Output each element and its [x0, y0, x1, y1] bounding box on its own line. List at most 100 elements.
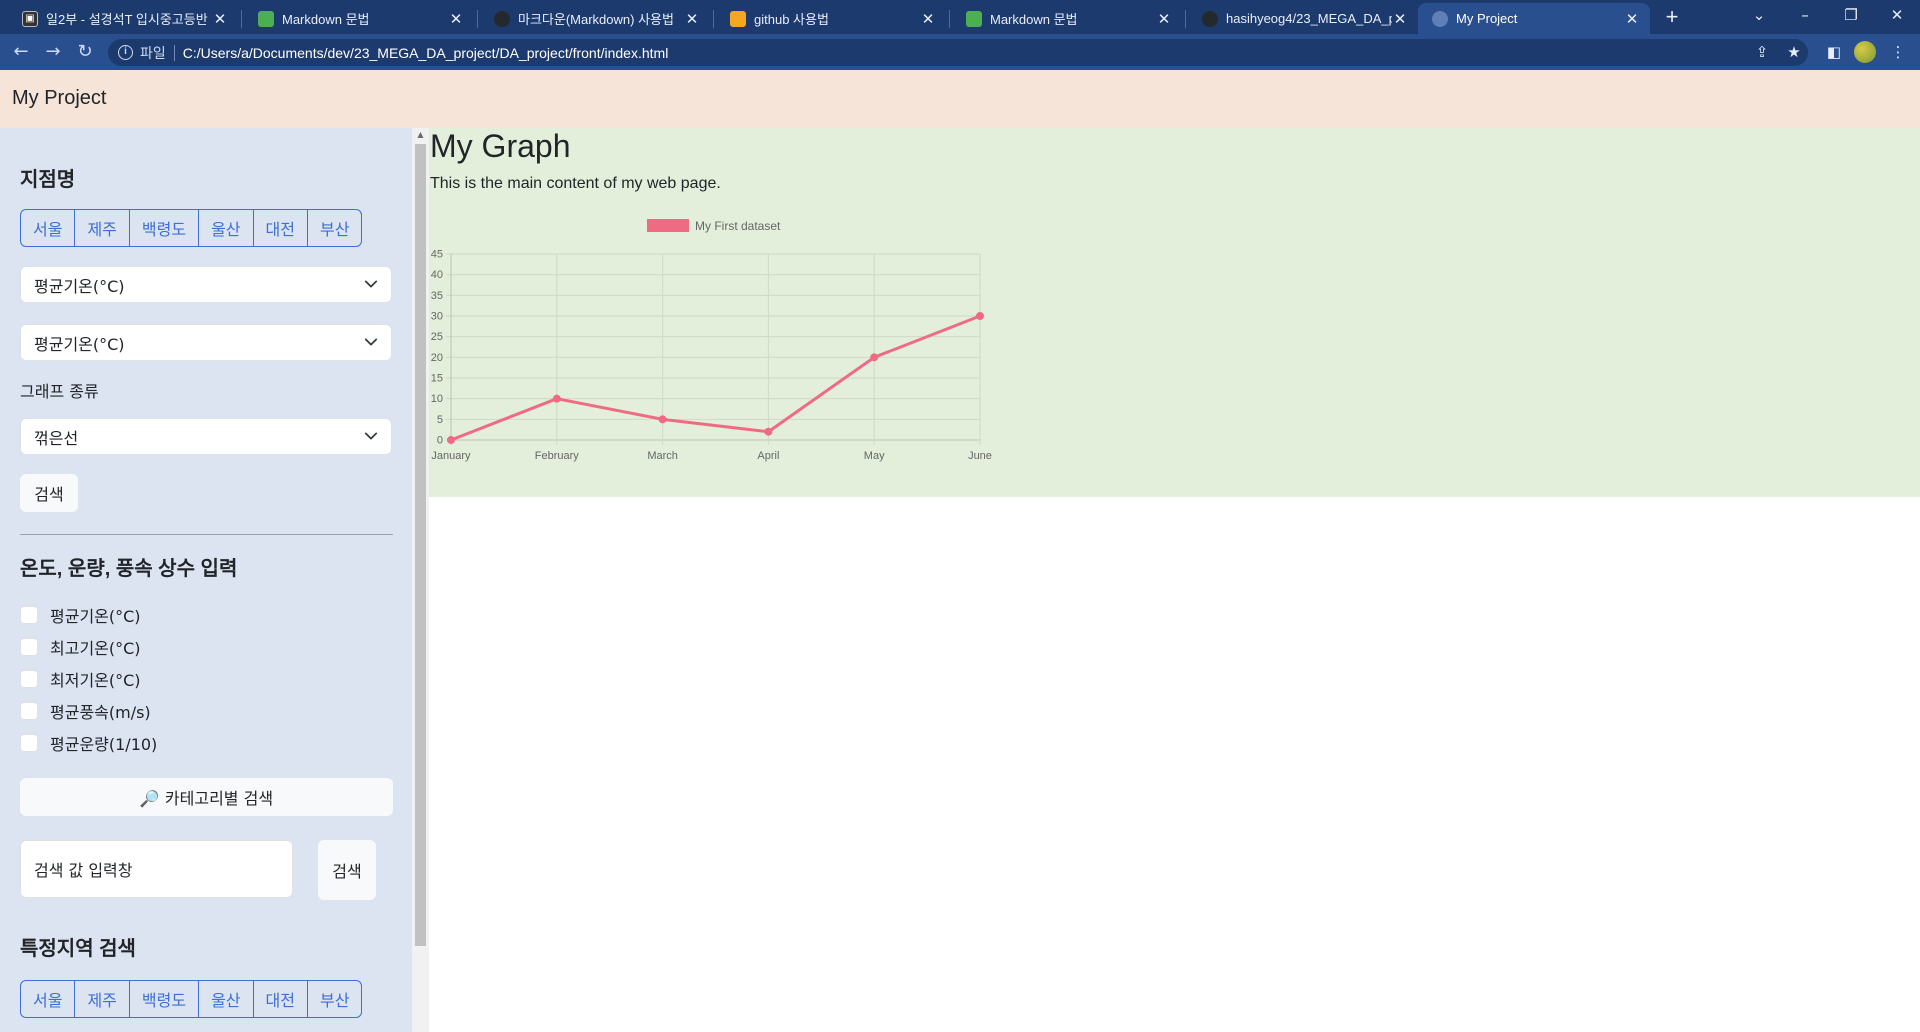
- checkbox[interactable]: [20, 734, 38, 752]
- side-panel-icon[interactable]: ◧: [1822, 40, 1846, 64]
- checkbox-row[interactable]: 평균풍속(m/s): [20, 700, 151, 722]
- address-divider: [173, 44, 175, 61]
- forward-button[interactable]: →: [39, 38, 67, 66]
- page-description: This is the main content of my web page.: [430, 175, 721, 192]
- location-button-seoul[interactable]: 서울: [21, 210, 76, 246]
- menu-kebab-icon[interactable]: ⋮: [1886, 40, 1910, 64]
- sidebar: 지점명 서울 제주 백령도 울산 대전 부산 평균기온(°C) 평균기온(°C)…: [0, 128, 412, 1032]
- browser-tab[interactable]: Markdown 문법 ✕: [244, 3, 474, 34]
- search-input-text: 검색 값 입력창: [34, 861, 133, 880]
- tab-search-icon[interactable]: ⌄: [1736, 0, 1782, 30]
- metric-select-2[interactable]: 평균기온(°C): [20, 324, 392, 361]
- search-button[interactable]: 검색: [20, 474, 78, 512]
- checkbox[interactable]: [20, 638, 38, 656]
- browser-toolbar: ← → ↻ i 파일 C:/Users/a/Documents/dev/23_M…: [0, 34, 1920, 70]
- category-search-button[interactable]: 🔎 카테고리별 검색: [20, 778, 393, 816]
- close-icon[interactable]: ✕: [1392, 10, 1408, 28]
- profile-avatar[interactable]: [1854, 41, 1876, 63]
- green-book-icon: [258, 10, 274, 27]
- y-tick-label: 5: [437, 414, 443, 426]
- checkbox-label: 평균운량(1/10): [50, 735, 158, 754]
- region-button-daejeon[interactable]: 대전: [254, 981, 308, 1017]
- close-icon[interactable]: ✕: [1156, 10, 1172, 28]
- sidebar-scrollbar[interactable]: ▲: [412, 128, 429, 1032]
- checkbox[interactable]: [20, 606, 38, 624]
- reload-button[interactable]: ↻: [71, 38, 99, 66]
- location-button-daejeon[interactable]: 대전: [254, 210, 308, 246]
- browser-tab[interactable]: 마크다운(Markdown) 사용법 ✕: [480, 3, 710, 34]
- scrollbar-thumb[interactable]: [415, 144, 426, 946]
- navbar: My Project: [0, 70, 1920, 128]
- tab-separator: [713, 10, 714, 28]
- y-tick-label: 35: [431, 290, 443, 302]
- region-button-ulsan[interactable]: 울산: [199, 981, 254, 1017]
- legend-label: My First dataset: [695, 219, 781, 233]
- location-button-baengnyeongdo[interactable]: 백령도: [130, 210, 200, 246]
- y-tick-label: 0: [437, 435, 443, 447]
- region-button-jeju[interactable]: 제주: [75, 981, 130, 1017]
- search-input-button[interactable]: 검색: [318, 840, 376, 900]
- legend-swatch: [647, 219, 689, 232]
- share-icon[interactable]: ⇪: [1750, 40, 1774, 64]
- chevron-down-icon: [364, 280, 378, 288]
- region-button-group: 서울 제주 백령도 울산 대전 부산: [20, 980, 363, 1018]
- metric-select-1[interactable]: 평균기온(°C): [20, 266, 392, 303]
- scroll-up-arrow-icon[interactable]: ▲: [412, 128, 429, 142]
- search-value-input[interactable]: 검색 값 입력창: [20, 840, 293, 898]
- line-chart: My First dataset 0 5 10 15 20 25 30 35 40 45 Janua…: [431, 219, 992, 462]
- restore-button[interactable]: ❐: [1828, 0, 1874, 30]
- location-heading: 지점명: [20, 169, 76, 191]
- constants-heading: 온도, 운량, 풍속 상수 입력: [20, 558, 238, 580]
- region-button-busan[interactable]: 부산: [308, 981, 361, 1017]
- close-icon[interactable]: ✕: [684, 10, 700, 28]
- graph-type-select[interactable]: 꺾은선: [20, 418, 392, 455]
- location-button-group: 서울 제주 백령도 울산 대전 부산: [20, 209, 363, 247]
- y-tick-label: 30: [431, 311, 443, 323]
- data-point: [764, 427, 773, 436]
- data-point: [658, 415, 667, 424]
- checkbox[interactable]: [20, 670, 38, 688]
- y-tick-label: 15: [431, 373, 443, 385]
- checkbox-row[interactable]: 평균기온(°C): [20, 604, 141, 626]
- bookmark-star-icon[interactable]: ★: [1782, 40, 1806, 64]
- minimize-button[interactable]: –: [1782, 0, 1828, 30]
- browser-tab[interactable]: hasihyeog4/23_MEGA_DA_proje ✕: [1188, 3, 1418, 34]
- checkbox[interactable]: [20, 702, 38, 720]
- tab-separator: [477, 10, 478, 28]
- back-button[interactable]: ←: [7, 38, 35, 66]
- checkbox-label: 최저기온(°C): [50, 671, 141, 690]
- data-point: [870, 353, 879, 362]
- close-icon[interactable]: ✕: [920, 10, 936, 28]
- close-window-button[interactable]: ✕: [1874, 0, 1920, 30]
- location-button-ulsan[interactable]: 울산: [199, 210, 254, 246]
- page-title: My Graph: [430, 128, 571, 164]
- orange-square-icon: [730, 10, 746, 27]
- main-content: My Graph This is the main content of my …: [429, 128, 1920, 497]
- location-button-jeju[interactable]: 제주: [75, 210, 130, 246]
- checkbox-label: 평균기온(°C): [50, 607, 141, 626]
- address-bar[interactable]: i 파일 C:/Users/a/Documents/dev/23_MEGA_DA…: [108, 39, 1808, 66]
- tab-title: 마크다운(Markdown) 사용법: [518, 12, 674, 27]
- browser-tab[interactable]: ▣ 일2부 - 설경석T 입시중고등반 ✕: [8, 3, 238, 34]
- region-button-baengnyeongdo[interactable]: 백령도: [130, 981, 200, 1017]
- y-tick-label: 10: [431, 393, 443, 405]
- checkbox-row[interactable]: 최저기온(°C): [20, 668, 141, 690]
- browser-tab[interactable]: Markdown 문법 ✕: [952, 3, 1182, 34]
- tab-title: My Project: [1456, 11, 1518, 26]
- select-value: 평균기온(°C): [34, 276, 125, 296]
- region-heading: 특정지역 검색: [20, 938, 136, 960]
- browser-tab-active[interactable]: My Project ✕: [1418, 3, 1650, 34]
- web-page: My Project 지점명 서울 제주 백령도 울산 대전 부산 평균기온(°…: [0, 70, 1920, 1032]
- region-button-seoul[interactable]: 서울: [21, 981, 76, 1017]
- new-tab-button[interactable]: +: [1658, 4, 1686, 32]
- close-icon[interactable]: ✕: [1624, 10, 1640, 28]
- browser-tab[interactable]: github 사용법 ✕: [716, 3, 946, 34]
- location-button-busan[interactable]: 부산: [308, 210, 361, 246]
- close-icon[interactable]: ✕: [212, 10, 228, 28]
- info-icon[interactable]: i: [118, 45, 133, 60]
- checkbox-row[interactable]: 평균운량(1/10): [20, 732, 157, 754]
- close-icon[interactable]: ✕: [448, 10, 464, 28]
- navbar-brand[interactable]: My Project: [12, 87, 106, 110]
- checkbox-row[interactable]: 최고기온(°C): [20, 636, 141, 658]
- x-tick-label: January: [431, 450, 471, 462]
